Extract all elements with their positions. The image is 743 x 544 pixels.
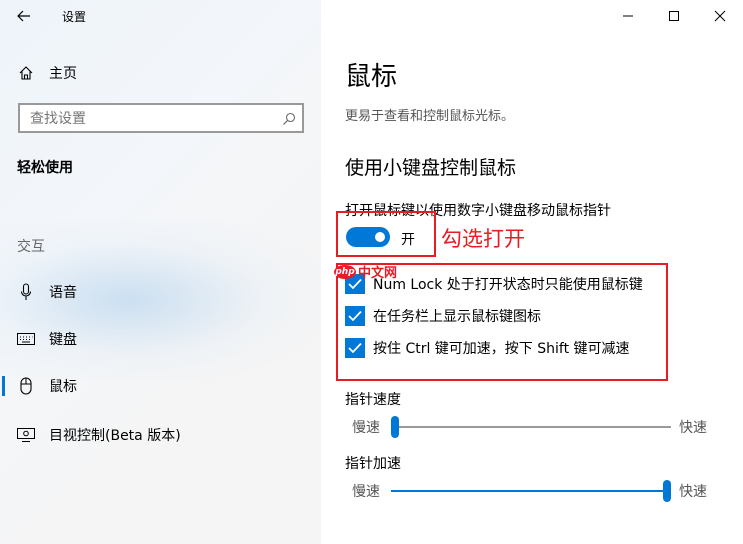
microphone-icon (17, 283, 35, 301)
slider-thumb[interactable] (663, 480, 671, 502)
back-button[interactable] (10, 4, 38, 28)
sidebar-item-keyboard[interactable]: 键盘 (0, 321, 321, 357)
slider-max-label: 快速 (679, 420, 707, 436)
eye-control-icon (17, 426, 35, 444)
group-header: 交互 (17, 239, 45, 255)
section-heading: 使用小键盘控制鼠标 (345, 157, 517, 179)
search-icon[interactable] (282, 111, 296, 130)
sidebar-item-label: 语音 (49, 285, 77, 301)
watermark-logo: php (334, 264, 356, 279)
sidebar-item-label: 目视控制(Beta 版本) (49, 428, 181, 444)
annotation-box-toggle (336, 211, 436, 257)
mouse-icon (17, 377, 35, 395)
search-input[interactable] (28, 110, 272, 128)
sidebar-item-eye-control[interactable]: 目视控制(Beta 版本) (0, 417, 321, 453)
section-title: 轻松使用 (17, 160, 73, 176)
search-box[interactable] (18, 103, 304, 133)
app-title: 设置 (62, 10, 87, 24)
sidebar-item-label: 鼠标 (49, 379, 77, 395)
page-description: 更易于查看和控制鼠标光标。 (345, 109, 515, 124)
sidebar-item-speech[interactable]: 语音 (0, 274, 321, 310)
slider-min-label: 慢速 (352, 484, 380, 500)
page-title: 鼠标 (345, 62, 398, 92)
pointer-speed-title: 指针速度 (345, 392, 401, 408)
pointer-acceleration-slider[interactable] (391, 490, 671, 492)
sidebar-item-mouse[interactable]: 鼠标 (0, 368, 321, 404)
slider-fill (391, 490, 671, 492)
keyboard-icon (17, 330, 35, 348)
slider-max-label: 快速 (679, 484, 707, 500)
watermark: php 中文网 (334, 262, 397, 281)
sidebar-item-home[interactable]: 主页 (0, 55, 321, 91)
back-arrow-icon (17, 10, 30, 22)
sidebar-item-label: 键盘 (49, 332, 77, 348)
slider-min-label: 慢速 (352, 420, 380, 436)
annotation-text: 勾选打开 (441, 227, 525, 251)
slider-thumb[interactable] (391, 416, 399, 438)
pointer-acceleration-title: 指针加速 (345, 456, 401, 472)
sidebar-item-label: 主页 (49, 66, 77, 82)
sidebar: 设置 主页 轻松使用 交互 语音 键盘 鼠标 目视控 (0, 0, 321, 544)
pointer-speed-slider[interactable] (391, 426, 671, 428)
home-icon (17, 64, 35, 82)
watermark-text: 中文网 (358, 266, 398, 281)
